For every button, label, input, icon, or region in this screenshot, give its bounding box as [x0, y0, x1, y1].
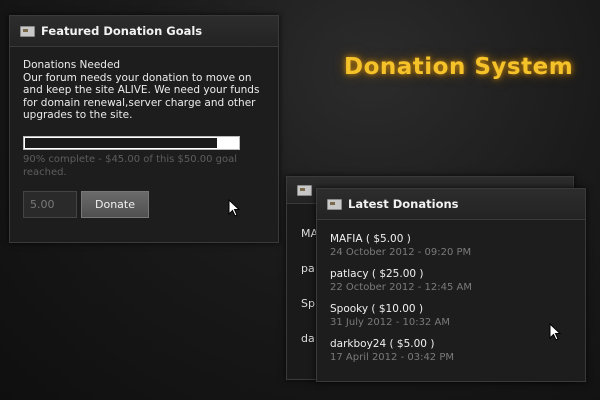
goal-progress-caption: 90% complete - $45.00 of this $50.00 goa… [23, 153, 238, 178]
mouse-cursor-icon [549, 323, 561, 341]
donor-name: patlacy ( $25.00 ) [330, 268, 424, 280]
donor-name: MAFIA ( $5.00 ) [330, 233, 411, 245]
list-item: Spooky ( $10.00 ) 31 July 2012 - 10:32 A… [330, 303, 572, 329]
donation-date: 24 October 2012 - 09:20 PM [330, 247, 472, 258]
ticket-icon [297, 184, 312, 196]
goals-panel-header: Featured Donation Goals [10, 16, 278, 47]
list-item: patlacy ( $25.00 ) 22 October 2012 - 12:… [330, 268, 572, 294]
goal-progress-fill [25, 137, 217, 148]
donation-date: 22 October 2012 - 12:45 AM [330, 282, 472, 293]
goal-description: Our forum needs your donation to move on… [23, 71, 260, 122]
donor-name: darkboy24 ( $5.00 ) [330, 338, 435, 350]
donate-button[interactable]: Donate [81, 190, 149, 218]
donor-name: Spooky ( $10.00 ) [330, 303, 424, 315]
donation-amount-input[interactable] [23, 190, 77, 218]
goal-progress-bar [23, 135, 240, 150]
page-title: Donation System [344, 54, 574, 80]
latest-panel-header: Latest Donations [317, 189, 585, 220]
latest-panel-title: Latest Donations [348, 197, 459, 211]
goal-heading: Donations Needed [23, 59, 121, 71]
ticket-icon [20, 25, 35, 37]
goals-panel-title: Featured Donation Goals [41, 24, 203, 38]
donation-date: 31 July 2012 - 10:32 AM [330, 317, 450, 328]
list-item: MAFIA ( $5.00 ) 24 October 2012 - 09:20 … [330, 233, 572, 259]
ticket-icon [327, 198, 342, 210]
latest-donations-panel: Latest Donations MAFIA ( $5.00 ) 24 Octo… [316, 188, 586, 382]
list-item: darkboy24 ( $5.00 ) 17 April 2012 - 03:4… [330, 338, 572, 364]
mouse-cursor-icon [228, 199, 240, 217]
donation-date: 17 April 2012 - 03:42 PM [330, 352, 455, 363]
